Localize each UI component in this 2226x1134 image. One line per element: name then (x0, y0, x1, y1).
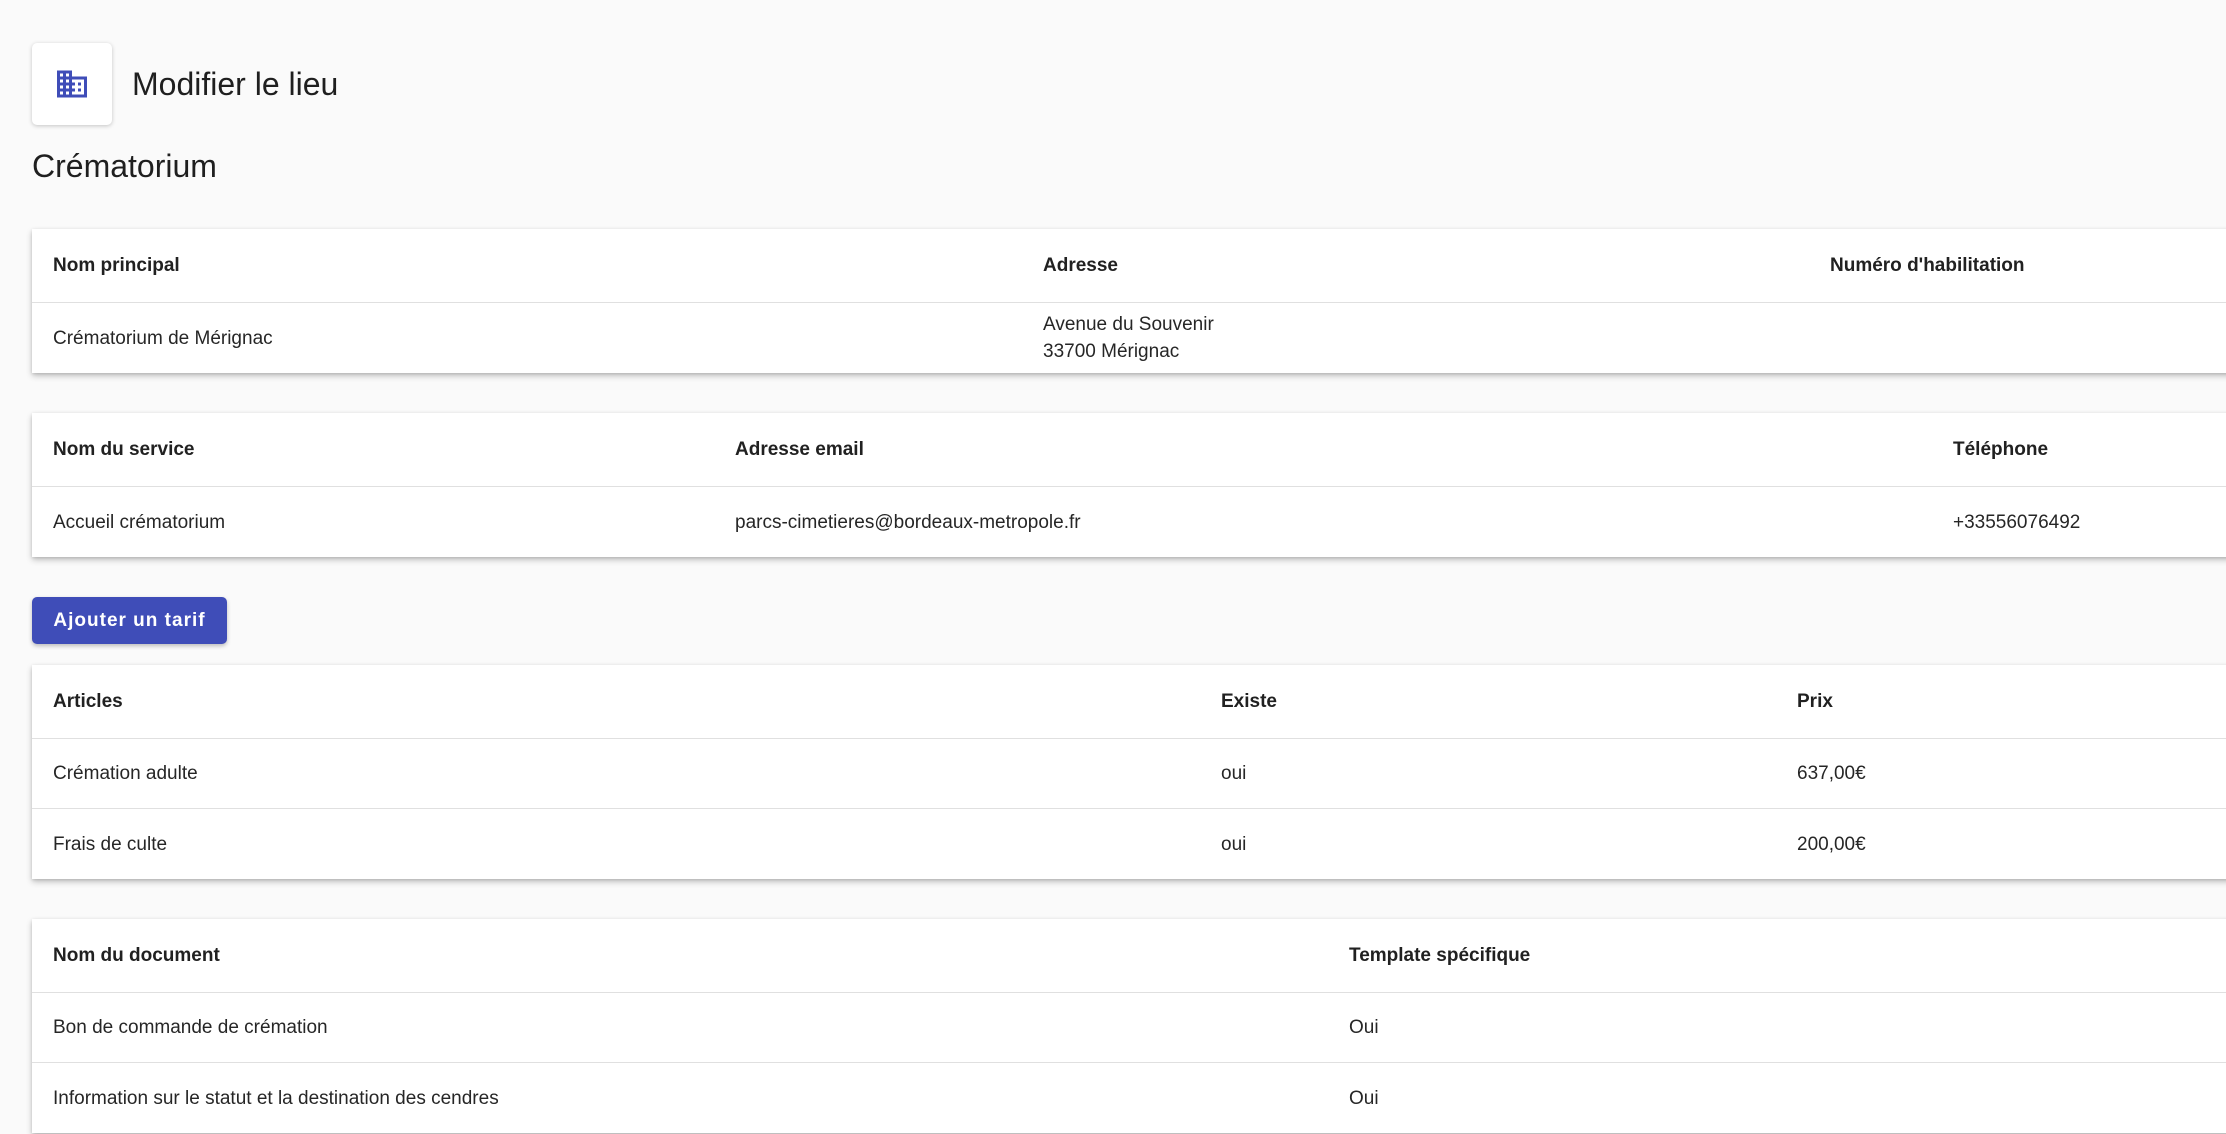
column-header-license-number: Numéro d'habilitation (1830, 255, 2025, 276)
place-table: Nom principal Adresse Numéro d'habilitat… (32, 229, 2226, 373)
table-header-row: Articles Existe Prix (32, 665, 2226, 739)
tariff-table: Articles Existe Prix Crémation adulte ou… (32, 665, 2226, 879)
column-header-articles: Articles (53, 691, 123, 712)
document-name: Information sur le statut et la destinat… (53, 1087, 499, 1109)
table-header-row: Nom du document Template spécifique (32, 919, 2226, 993)
service-table: Nom du service Adresse email Téléphone A… (32, 413, 2226, 557)
header-icon-box (32, 43, 112, 125)
documents-table: Nom du document Template spécifique Bon … (32, 919, 2226, 1133)
page-title: Modifier le lieu (132, 65, 339, 102)
table-row[interactable]: Accueil crématorium parcs-cimetieres@bor… (32, 487, 2226, 557)
table-row[interactable]: Crématorium de Mérignac Avenue du Souven… (32, 303, 2226, 373)
column-header-specific-template: Template spécifique (1349, 945, 1531, 966)
tariff-article: Crémation adulte (53, 763, 198, 784)
table-row[interactable]: Bon de commande de crémation Oui (32, 993, 2226, 1063)
add-tariff-button[interactable]: Ajouter un tarif (32, 597, 227, 644)
place-name: Crématorium de Mérignac (53, 327, 273, 349)
address-line-2: 33700 Mérignac (1043, 341, 1180, 362)
column-header-service-name: Nom du service (53, 439, 195, 460)
service-phone: +33556076492 (1953, 511, 2081, 533)
table-row[interactable]: Frais de culte oui 200,00€ (32, 809, 2226, 879)
column-header-phone: Téléphone (1953, 439, 2049, 460)
document-specific-template: Oui (1349, 1087, 1379, 1109)
building-icon (57, 70, 87, 98)
page-header: Modifier le lieu (32, 43, 338, 125)
tariff-article: Frais de culte (53, 833, 168, 855)
table-header-row: Nom du service Adresse email Téléphone (32, 413, 2226, 487)
document-name: Bon de commande de crémation (53, 1017, 328, 1038)
document-specific-template: Oui (1349, 1017, 1379, 1038)
place-address: Avenue du Souvenir 33700 Mérignac (1043, 303, 1214, 373)
tariff-exists: oui (1221, 833, 1247, 855)
service-name: Accueil crématorium (53, 511, 226, 533)
column-header-email: Adresse email (735, 439, 864, 460)
tariff-price: 200,00€ (1797, 833, 1866, 855)
column-header-address: Adresse (1043, 255, 1118, 276)
section-title: Crématorium (32, 148, 217, 184)
tariff-exists: oui (1221, 763, 1247, 784)
column-header-main-name: Nom principal (53, 255, 180, 276)
table-row[interactable]: Information sur le statut et la destinat… (32, 1063, 2226, 1133)
column-header-price: Prix (1797, 691, 1833, 712)
column-header-document-name: Nom du document (53, 945, 220, 966)
page: Modifier le lieu Crématorium Nom princip… (0, 0, 2226, 1134)
address-line-1: Avenue du Souvenir (1043, 314, 1214, 335)
table-row[interactable]: Crémation adulte oui 637,00€ (32, 739, 2226, 809)
column-header-exists: Existe (1221, 691, 1277, 712)
service-email: parcs-cimetieres@bordeaux-metropole.fr (735, 511, 1081, 533)
tariff-price: 637,00€ (1797, 763, 1866, 784)
table-header-row: Nom principal Adresse Numéro d'habilitat… (32, 229, 2226, 303)
